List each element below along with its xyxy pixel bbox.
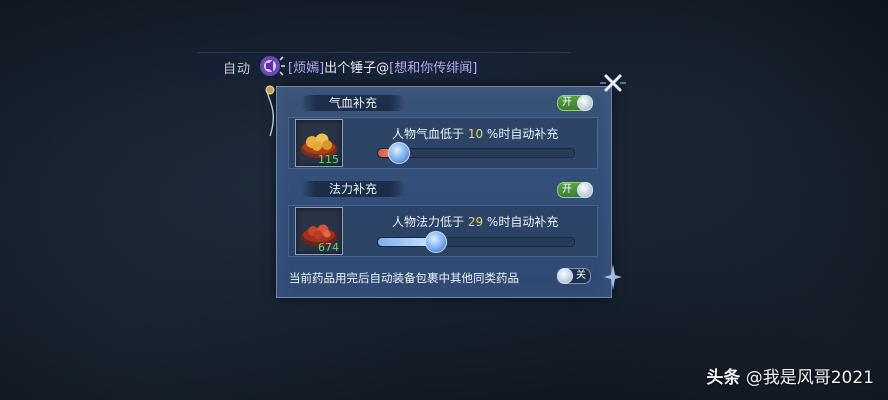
close-icon[interactable] [598, 70, 628, 96]
sparkle-icon [602, 262, 624, 292]
chat-message: [烦嫣]出个锤子@[想和你传绯闻] [288, 57, 477, 76]
hp-threshold-slider[interactable] [377, 142, 575, 164]
mp-item-slot[interactable]: 674 [295, 207, 343, 255]
chat-channel-prefix: 自动 [223, 62, 252, 77]
mp-item-count: 674 [318, 241, 339, 254]
hp-slider-handle[interactable] [387, 142, 410, 164]
hp-section-title: 气血补充 [300, 95, 406, 111]
chat-message-text: 出个锤子@ [324, 61, 390, 76]
mp-slider-handle[interactable] [424, 231, 447, 253]
auto-equip-toggle[interactable]: 关 [557, 268, 591, 284]
mp-threshold-slider[interactable] [377, 231, 575, 253]
hp-item-count: 115 [318, 153, 339, 166]
hp-auto-toggle[interactable]: 开 [557, 95, 593, 111]
hp-toggle-label: 开 [562, 97, 572, 108]
mp-threshold-label: 人物法力低于 29 %时自动补充 [392, 213, 558, 230]
watermark: 头条 @我是风哥2021 [706, 363, 874, 388]
speaker-icon[interactable] [256, 52, 286, 80]
toggle-knob [557, 268, 573, 284]
mp-section-title: 法力补充 [300, 181, 406, 197]
hp-label-before: 人物气血低于 [392, 127, 468, 141]
mp-auto-toggle[interactable]: 开 [557, 182, 593, 198]
chat-player-link[interactable]: [烦嫣] [288, 61, 324, 76]
auto-equip-toggle-label: 关 [576, 270, 586, 281]
chat-player-link-2[interactable]: [想和你传绯闻] [389, 61, 477, 76]
toggle-knob [577, 95, 593, 111]
toggle-knob [577, 182, 593, 198]
mp-label-before: 人物法力低于 [392, 215, 468, 229]
mp-toggle-label: 开 [562, 184, 572, 195]
mp-threshold-value: 29 [467, 215, 484, 229]
watermark-handle: @我是风哥2021 [745, 368, 874, 388]
hp-item-slot[interactable]: 115 [295, 119, 343, 167]
auto-equip-label: 当前药品用完后自动装备包裹中其他同类药品 [289, 271, 519, 285]
mp-label-after: %时自动补充 [483, 215, 559, 229]
panel-ornament [262, 84, 284, 140]
hp-threshold-label: 人物气血低于 10 %时自动补充 [392, 125, 558, 142]
hp-threshold-value: 10 [467, 127, 484, 141]
hp-label-after: %时自动补充 [483, 127, 559, 141]
watermark-brand: 头条 [706, 368, 741, 388]
